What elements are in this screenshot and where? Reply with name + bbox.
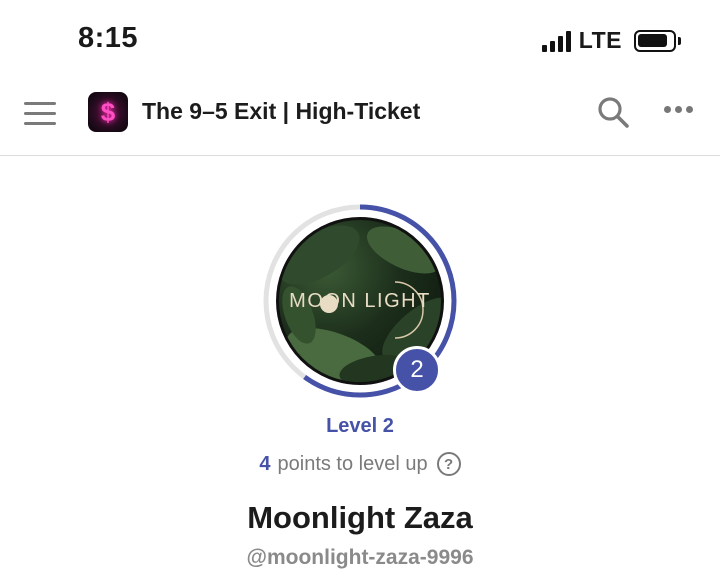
status-bar: 8:15 LTE [0, 0, 720, 80]
battery-icon [634, 29, 681, 52]
search-icon[interactable] [596, 95, 630, 129]
status-time: 8:15 [78, 22, 139, 54]
status-icons: LTE [541, 27, 681, 54]
app-logo[interactable]: $ [88, 92, 128, 132]
level-badge: 2 [393, 346, 441, 394]
help-icon[interactable]: ? [436, 452, 461, 476]
points-text: points to level up [277, 452, 428, 475]
avatar-with-level-ring[interactable]: MOON LIGHT 2 [262, 203, 458, 399]
points-number: 4 [259, 452, 271, 475]
level-label: Level 2 [326, 415, 394, 437]
signal-icon [541, 30, 571, 52]
group-title[interactable]: The 9–5 Exit | High-Ticket [142, 98, 420, 125]
profile-handle: @moonlight-zaza-9996 [246, 546, 474, 569]
menu-icon[interactable] [24, 101, 56, 129]
app-header: $ The 9–5 Exit | High-Ticket [0, 80, 720, 156]
avatar-text: MOON LIGHT [289, 290, 431, 312]
network-label: LTE [578, 27, 622, 53]
more-icon[interactable] [664, 106, 694, 116]
points-to-level-up: 4 points to level up ? [0, 452, 720, 476]
profile-name: Moonlight Zaza [247, 500, 473, 535]
dollar-icon: $ [100, 96, 116, 127]
